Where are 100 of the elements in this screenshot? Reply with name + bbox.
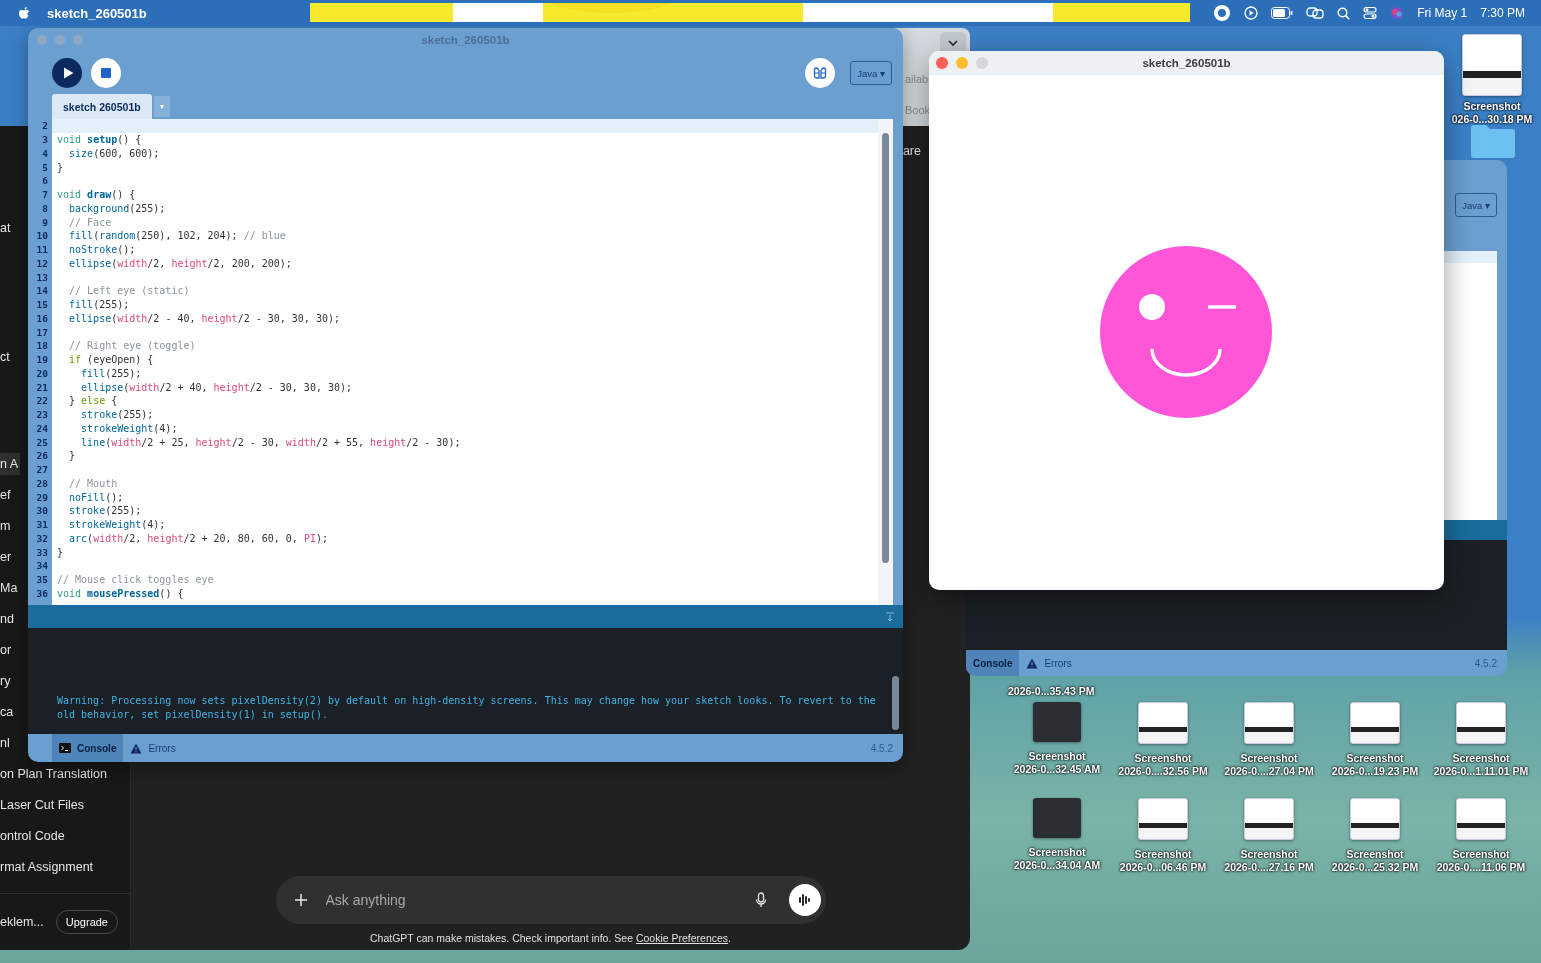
file-name[interactable]: Screenshot (1346, 848, 1404, 861)
line-number: 32 (35, 532, 48, 544)
chat-history-item[interactable]: ef (0, 483, 13, 506)
chat-history-item[interactable]: on Plan Translation (0, 762, 109, 785)
screenshot-thumbnail[interactable] (1456, 702, 1506, 744)
message-field[interactable]: Ask anything (275, 876, 826, 924)
file-name[interactable]: Screenshot (1240, 752, 1298, 765)
menu-bar-date[interactable]: Fri May 1 (1417, 6, 1468, 20)
chat-history-item[interactable]: ca (0, 700, 16, 723)
account-name[interactable]: eklem... (0, 915, 44, 929)
mode-dropdown[interactable]: Java ▾ (1455, 193, 1497, 217)
microphone-icon[interactable] (754, 892, 767, 908)
console-tab[interactable]: Errors (1019, 650, 1079, 676)
file-date[interactable]: 2026-0....27.04 PM (1224, 765, 1314, 778)
chat-history-item[interactable]: nl (0, 731, 12, 754)
code-line: stroke(255); (68, 505, 142, 517)
file-name[interactable]: Screenshot (1452, 752, 1510, 765)
line-number: 11 (35, 244, 48, 256)
file-date[interactable]: 026-0...30.18 PM (1451, 113, 1533, 126)
file-name[interactable]: Screenshot (1134, 752, 1192, 765)
file-date[interactable]: 2026-0....27.16 PM (1224, 861, 1314, 874)
chat-history-item[interactable]: n A (0, 452, 21, 475)
chat-history-item[interactable]: Laser Cut Files (0, 793, 87, 816)
code-line: strokeWeight(4); (68, 519, 166, 531)
file-date[interactable]: 2026-0...32.45 AM (1013, 763, 1101, 776)
stop-button[interactable] (91, 58, 121, 88)
line-number: 19 (35, 354, 48, 366)
chat-history-item[interactable]: at (0, 216, 13, 239)
screen-mirroring-icon[interactable] (1306, 6, 1325, 20)
file-name[interactable]: Screenshot (1346, 752, 1404, 765)
line-number: 21 (35, 381, 48, 393)
file-name[interactable]: Screenshot (1240, 848, 1298, 861)
line-number: 6 (41, 175, 48, 187)
tab-menu-button[interactable]: ▾ (153, 96, 170, 117)
code-line: if (eyeOpen) { (68, 354, 154, 366)
terminal-icon (59, 743, 71, 753)
chat-history-item[interactable]: or (0, 638, 14, 661)
line-number: 33 (35, 546, 48, 558)
screenshot-thumbnail[interactable] (1456, 798, 1506, 840)
line-number: 35 (35, 574, 48, 586)
mode-dropdown[interactable]: Java ▾ (850, 61, 892, 85)
screenshot-thumbnail[interactable] (1138, 702, 1188, 744)
file-date[interactable]: 2026-0...06.46 PM (1119, 861, 1207, 874)
run-button[interactable] (52, 58, 82, 88)
file-name[interactable]: Screenshot (1452, 848, 1510, 861)
chat-history-item[interactable]: m (0, 514, 13, 537)
battery-icon[interactable] (1271, 7, 1294, 19)
line-number: 2 (41, 120, 48, 132)
screenshot-thumbnail[interactable] (1462, 34, 1522, 96)
file-name[interactable]: Screenshot (1463, 100, 1521, 113)
apple-icon[interactable] (18, 5, 31, 21)
app-name[interactable]: sketch_260501b (47, 5, 147, 21)
screenshot-thumbnail[interactable] (1033, 798, 1081, 838)
screenshot-thumbnail[interactable] (1244, 798, 1294, 840)
file-date[interactable]: 2026-0...25.32 PM (1331, 861, 1419, 874)
screenshot-thumbnail[interactable] (1350, 702, 1400, 744)
message-input[interactable]: Ask anything (323, 891, 745, 909)
voice-mode-button[interactable] (788, 884, 821, 916)
play-circle-icon[interactable] (1244, 6, 1259, 20)
code-line: ellipse(width/2 + 40, height/2 - 30, 30, 30); (80, 381, 353, 393)
line-number: 22 (35, 395, 48, 407)
collapse-icon[interactable] (885, 611, 895, 622)
scrollbar[interactable] (878, 119, 893, 605)
warning-icon (130, 742, 143, 754)
status-circle-icon[interactable] (1213, 4, 1232, 22)
file-date[interactable]: 2026-0...35.43 PM (1008, 685, 1095, 698)
code-line: line(width/2 + 25, height/2 - 30, width/2 + 55, height/2 - 30); (80, 436, 461, 448)
chat-history-item[interactable]: nd (0, 607, 16, 630)
chat-history-item[interactable]: er (0, 545, 14, 568)
screenshot-thumbnail[interactable] (1244, 702, 1294, 744)
file-date[interactable]: 2026-0...19.23 PM (1331, 765, 1419, 778)
console-tab[interactable]: Console (52, 734, 124, 762)
line-number: 5 (41, 161, 48, 173)
chat-history-item[interactable]: Ma (0, 576, 20, 599)
chat-history-item[interactable]: ontrol Code (0, 824, 67, 847)
chat-history-item[interactable]: rmat Assignment (0, 855, 96, 878)
console-tab[interactable]: Console (966, 650, 1020, 676)
winking-face-drawing[interactable] (1100, 246, 1272, 418)
sketch-tab[interactable]: sketch 260501b (52, 94, 152, 119)
chat-history-item[interactable]: ry (0, 669, 13, 692)
file-name[interactable]: Screenshot (1134, 848, 1192, 861)
chevron-button[interactable] (940, 32, 966, 54)
file-date[interactable]: 2026-0...34.04 AM (1013, 859, 1101, 872)
scrollbar[interactable] (892, 676, 899, 730)
menu-bar-time[interactable]: 7:30 PM (1480, 6, 1525, 20)
screenshot-thumbnail[interactable] (1138, 798, 1188, 840)
plus-icon[interactable] (293, 893, 308, 907)
file-name[interactable]: Screenshot (1028, 750, 1086, 763)
control-center-icon[interactable] (1363, 6, 1378, 20)
file-date[interactable]: 2026-0...1.11.01 PM (1433, 765, 1529, 778)
screenshot-thumbnail[interactable] (1350, 798, 1400, 840)
debugger-button[interactable] (805, 58, 836, 88)
screenshot-thumbnail[interactable] (1033, 702, 1081, 742)
file-date[interactable]: 2026-0....32.56 PM (1118, 765, 1208, 778)
console-tab[interactable]: Errors (123, 734, 183, 762)
chat-history-item[interactable]: ct (0, 345, 12, 368)
file-name[interactable]: Screenshot (1028, 846, 1086, 859)
file-date[interactable]: 2026-0....11.06 PM (1436, 861, 1526, 874)
close-button[interactable] (936, 57, 948, 69)
search-icon[interactable] (1337, 6, 1351, 20)
